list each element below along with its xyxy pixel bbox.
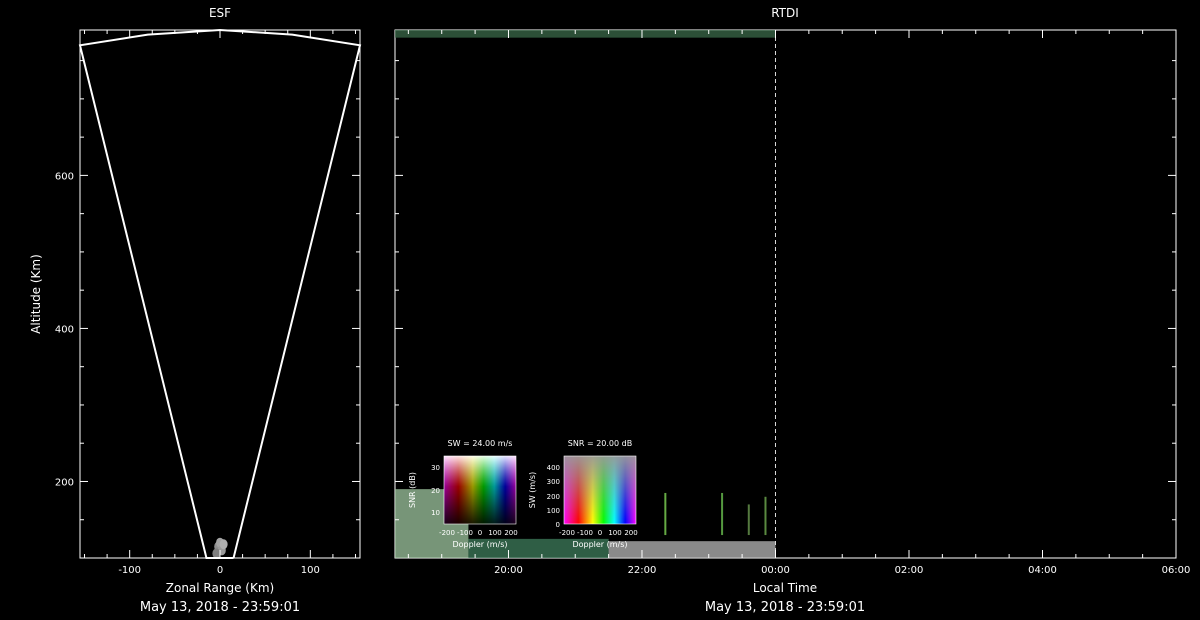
esf-echo-point xyxy=(212,548,221,559)
esf-x-tick-label: 100 xyxy=(301,565,320,576)
esf-y-tick-label: 600 xyxy=(55,171,74,182)
color-key-1-label: SW = 24.00 m/s xyxy=(448,439,513,448)
rtdi-x-tick-label: 02:00 xyxy=(895,565,924,576)
color-key-2-xtick: 100 xyxy=(608,529,621,537)
color-key-2-xtick: -200 xyxy=(559,529,575,537)
color-key-1-ylabel: SNR (dB) xyxy=(408,472,417,508)
esf-y-tick-label: 200 xyxy=(55,477,74,488)
esf-panel: ESF -100 0 100 200 400 600 Zonal Range (Km) A… xyxy=(29,6,362,615)
rtdi-x-tick-label: 04:00 xyxy=(1028,565,1057,576)
esf-xlabel: Zonal Range (Km) xyxy=(166,581,274,595)
esf-title: ESF xyxy=(209,6,231,20)
color-key-2-ytick: 100 xyxy=(547,507,560,515)
esf-plot-frame xyxy=(79,29,361,559)
esf-x-tick-label: 0 xyxy=(217,565,223,576)
esf-x-tick-label: -100 xyxy=(118,565,141,576)
color-key-2-ytick: 200 xyxy=(547,493,560,501)
color-key-1-xtick: -200 xyxy=(439,529,455,537)
color-key-2-ytick: 400 xyxy=(547,464,560,472)
esf-y-tick-label: 400 xyxy=(55,324,74,335)
rtdi-title: RTDI xyxy=(771,6,799,20)
color-key-1-xlabel: Doppler (m/s) xyxy=(452,540,507,549)
rtdi-echo-streak xyxy=(764,496,767,536)
esf-rtdi-figure: ESF -100 0 100200400600 Zonal Range (Km) A… xyxy=(29,6,1191,615)
color-key-2-grey-fade xyxy=(564,456,636,524)
rtdi-echo-streak xyxy=(664,492,667,536)
color-key-2-xtick: 200 xyxy=(624,529,637,537)
color-key-2-xtick: -100 xyxy=(577,529,593,537)
color-key-1-xtick: 200 xyxy=(504,529,517,537)
color-key-1-xtick: -100 xyxy=(457,529,473,537)
rtdi-panel: RTDI 20:00 22:00 00:00 02:00 04:00 06:00 Loca… xyxy=(394,6,1191,615)
color-key-1-ytick: 30 xyxy=(431,464,440,472)
rtdi-x-tick-label: 00:00 xyxy=(761,565,790,576)
color-key-1-ytick: 20 xyxy=(431,487,440,495)
esf-footer-timestamp: May 13, 2018 - 23:59:01 xyxy=(140,600,300,615)
rtdi-x-tick-label: 20:00 xyxy=(494,565,523,576)
color-key-2-label: SNR = 20.00 dB xyxy=(568,439,632,448)
color-key-1-ytick: 10 xyxy=(431,509,440,517)
color-key-2-ytick: 300 xyxy=(547,478,560,486)
color-key-2-ytick: 0 xyxy=(556,521,560,529)
rtdi-x-tick-label: 22:00 xyxy=(628,565,657,576)
color-key-1-xtick: 100 xyxy=(488,529,501,537)
esf-echo-point xyxy=(219,539,228,550)
color-key-1-xtick: 0 xyxy=(478,529,482,537)
color-key-2-ylabel: SW (m/s) xyxy=(528,472,537,508)
rtdi-x-tick-label: 06:00 xyxy=(1162,565,1191,576)
rtdi-echo-streak xyxy=(747,504,750,536)
color-key-2-xtick: 0 xyxy=(598,529,602,537)
rtdi-echo-streak xyxy=(721,492,724,536)
rtdi-footer-timestamp: May 13, 2018 - 23:59:01 xyxy=(705,600,865,615)
color-key-2-xlabel: Doppler (m/s) xyxy=(572,540,627,549)
rtdi-echo-layer-band xyxy=(395,30,776,38)
color-key-1-dark-fade xyxy=(444,456,516,524)
esf-ylabel: Altitude (Km) xyxy=(29,254,43,334)
rtdi-xlabel: Local Time xyxy=(753,581,817,595)
rtdi-echo-layer-band xyxy=(608,541,776,558)
